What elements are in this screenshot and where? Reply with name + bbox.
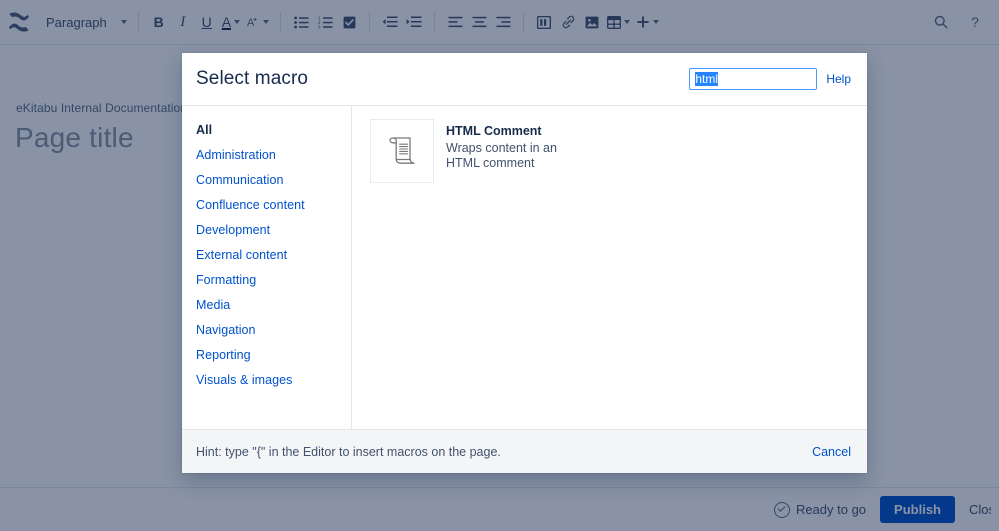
dialog-title: Select macro	[196, 68, 309, 89]
macro-search-input[interactable]	[689, 68, 818, 90]
category-item-communication[interactable]: Communication	[196, 168, 351, 193]
macro-category-list: All Administration Communication Conflue…	[182, 106, 352, 429]
macro-result-description: Wraps content in an HTML comment	[446, 141, 557, 170]
dialog-header-actions: Help	[689, 68, 851, 90]
category-item-external-content[interactable]: External content	[196, 243, 351, 268]
select-macro-dialog: Select macro Help All Administration Com…	[182, 53, 867, 473]
macro-result-item[interactable]: HTML Comment Wraps content in an HTML co…	[368, 117, 867, 185]
dialog-body: All Administration Communication Conflue…	[182, 105, 867, 430]
category-item-confluence-content[interactable]: Confluence content	[196, 193, 351, 218]
macro-results-panel: HTML Comment Wraps content in an HTML co…	[352, 106, 867, 429]
cancel-button[interactable]: Cancel	[812, 445, 851, 459]
macro-result-meta: HTML Comment Wraps content in an HTML co…	[446, 119, 576, 171]
category-item-media[interactable]: Media	[196, 293, 351, 318]
category-item-all[interactable]: All	[196, 118, 351, 143]
category-item-reporting[interactable]: Reporting	[196, 343, 351, 368]
help-link[interactable]: Help	[826, 72, 851, 86]
category-item-visuals-images[interactable]: Visuals & images	[196, 368, 351, 393]
dialog-header: Select macro Help	[182, 53, 867, 105]
category-item-formatting[interactable]: Formatting	[196, 268, 351, 293]
scroll-document-icon	[370, 119, 434, 183]
category-item-navigation[interactable]: Navigation	[196, 318, 351, 343]
macro-result-title: HTML Comment	[446, 124, 542, 138]
category-item-development[interactable]: Development	[196, 218, 351, 243]
hint-text: Hint: type "{" in the Editor to insert m…	[196, 444, 501, 459]
category-item-administration[interactable]: Administration	[196, 143, 351, 168]
dialog-footer: Hint: type "{" in the Editor to insert m…	[182, 430, 867, 473]
